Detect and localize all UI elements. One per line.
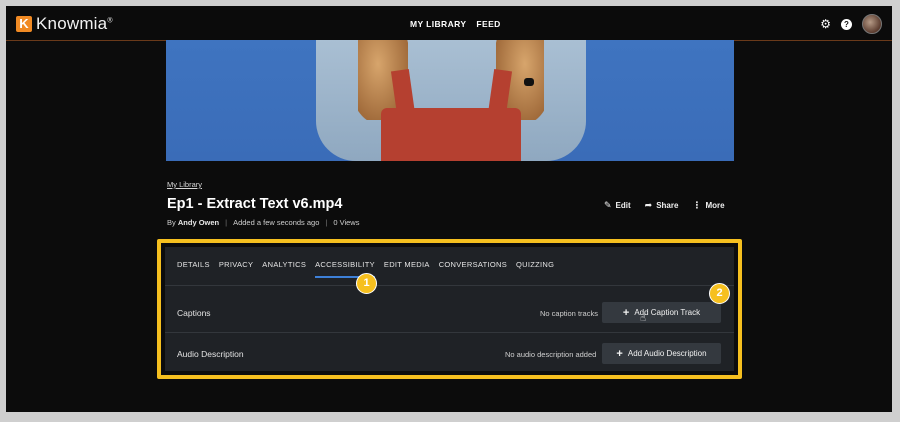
help-icon[interactable]: ?: [841, 18, 852, 30]
meta-separator: |: [225, 218, 228, 227]
author-line: By Andy Owen: [167, 218, 219, 227]
accessibility-panel: DETAILS PRIVACY ANALYTICS ACCESSIBILITY …: [165, 247, 734, 371]
main-nav: MY LIBRARY FEED: [410, 19, 501, 29]
nav-feed[interactable]: FEED: [476, 19, 500, 29]
plus-icon: +: [616, 347, 623, 360]
tab-analytics[interactable]: ANALYTICS: [262, 260, 306, 278]
avatar[interactable]: [862, 14, 882, 34]
more-label: More: [705, 201, 725, 210]
view-count: 0 Views: [333, 218, 360, 227]
app-name: Knowmia: [36, 14, 108, 33]
video-frame-mic: [524, 78, 534, 86]
add-audio-description-label: Add Audio Description: [627, 349, 707, 358]
logo[interactable]: K Knowmia®: [16, 14, 113, 34]
edit-label: Edit: [615, 201, 631, 210]
app-window: K Knowmia® MY LIBRARY FEED ⚙ ? My Librar…: [6, 6, 892, 412]
video-frame-overalls: [381, 108, 521, 161]
audio-description-status: No audio description added: [505, 350, 597, 359]
add-caption-track-button[interactable]: + Add Caption Track: [602, 302, 721, 323]
divider: [165, 332, 734, 333]
callout-badge-2: 2: [709, 283, 730, 304]
hand-cursor-icon: ☝: [640, 313, 647, 324]
logo-text: Knowmia®: [36, 14, 113, 34]
more-icon: ⋮: [692, 200, 702, 210]
callout-badge-1: 1: [356, 273, 377, 294]
logo-mark-icon: K: [16, 16, 32, 32]
video-player[interactable]: [166, 40, 734, 161]
audio-description-label: Audio Description: [177, 349, 244, 359]
media-meta: By Andy Owen | Added a few seconds ago |…: [167, 218, 359, 227]
divider: [165, 285, 734, 286]
more-button[interactable]: ⋮ More: [692, 200, 724, 211]
tab-privacy[interactable]: PRIVACY: [219, 260, 253, 278]
nav-my-library[interactable]: MY LIBRARY: [410, 19, 466, 29]
breadcrumb[interactable]: My Library: [167, 180, 202, 189]
share-label: Share: [656, 201, 679, 210]
captions-status: No caption tracks: [540, 309, 598, 318]
tab-conversations[interactable]: CONVERSATIONS: [439, 260, 507, 278]
tab-details[interactable]: DETAILS: [177, 260, 210, 278]
media-actions: ✎ Edit ➦ Share ⋮ More: [604, 200, 725, 211]
add-audio-description-button[interactable]: + Add Audio Description: [602, 343, 721, 364]
author-prefix: By: [167, 218, 176, 227]
gear-icon[interactable]: ⚙: [820, 17, 831, 31]
tab-quizzing[interactable]: QUIZZING: [516, 260, 554, 278]
captions-label: Captions: [177, 308, 211, 318]
meta-separator: |: [325, 218, 328, 227]
edit-button[interactable]: ✎ Edit: [604, 200, 631, 211]
trademark: ®: [107, 17, 113, 25]
top-bar: K Knowmia® MY LIBRARY FEED ⚙ ?: [6, 6, 892, 41]
added-time: Added a few seconds ago: [233, 218, 320, 227]
pencil-icon: ✎: [604, 200, 612, 210]
author-name: Andy Owen: [177, 218, 220, 227]
share-button[interactable]: ➦ Share: [645, 200, 679, 211]
share-icon: ➦: [644, 200, 653, 210]
top-icons: ⚙ ?: [820, 14, 882, 34]
plus-icon: +: [622, 306, 630, 319]
media-title: Ep1 - Extract Text v6.mp4: [167, 196, 343, 212]
tab-edit-media[interactable]: EDIT MEDIA: [384, 260, 430, 278]
